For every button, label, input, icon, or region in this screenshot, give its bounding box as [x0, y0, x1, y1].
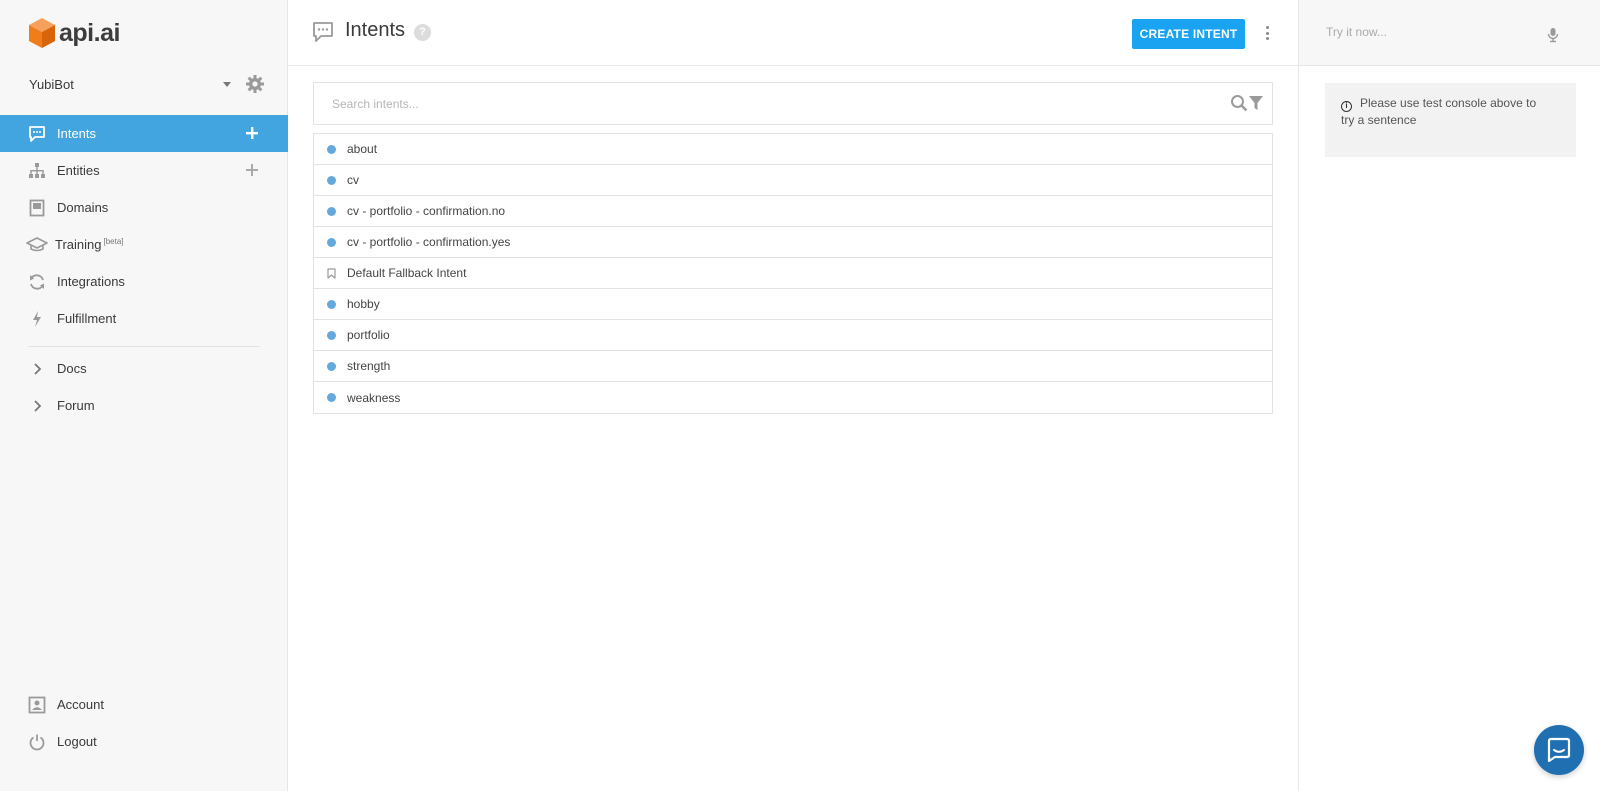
intent-row-cv[interactable]: cv: [314, 165, 1272, 196]
filter-icon[interactable]: [1248, 94, 1264, 112]
lightning-icon: [28, 310, 46, 328]
console-info-text-2: try a sentence: [1341, 113, 1417, 127]
intent-row-default-fallback[interactable]: Default Fallback Intent: [314, 258, 1272, 289]
intent-name: cv - portfolio - confirmation.no: [347, 204, 506, 218]
sidebar-item-label: Integrations: [57, 274, 125, 289]
sidebar-divider: [28, 346, 260, 347]
sidebar-item-training[interactable]: Training [beta]: [0, 226, 288, 263]
beta-badge: [beta]: [103, 237, 124, 246]
sidebar: api.ai YubiBot Intents Entities Domains …: [0, 0, 288, 791]
intent-status-dot: [327, 175, 336, 185]
intent-status-dot: [327, 237, 336, 247]
intent-name: hobby: [347, 297, 380, 311]
chevron-right-icon: [28, 360, 46, 378]
intent-status-dot: [327, 144, 336, 154]
agent-dropdown-caret-icon[interactable]: [223, 81, 231, 87]
add-intent-plus-icon[interactable]: [243, 124, 261, 142]
intent-row-strength[interactable]: strength: [314, 351, 1272, 382]
sidebar-item-label: Entities: [57, 163, 100, 178]
chat-launcher-icon: [1547, 737, 1571, 763]
chevron-right-icon: [28, 397, 46, 415]
logo[interactable]: api.ai: [28, 16, 120, 50]
more-options-icon[interactable]: [1262, 24, 1272, 42]
intent-status-dot: [327, 299, 336, 309]
chat-bubble-icon: [313, 22, 333, 42]
sidebar-links: Docs Forum: [0, 350, 288, 424]
sidebar-item-label: Intents: [57, 126, 97, 141]
try-it-now-input[interactable]: [1299, 0, 1539, 64]
intent-row-cv-portfolio-confirmation-no[interactable]: cv - portfolio - confirmation.no: [314, 196, 1272, 227]
add-entity-plus-icon[interactable]: [243, 161, 261, 179]
main-header: Intents ? CREATE INTENT: [288, 0, 1298, 66]
main-content: Intents ? CREATE INTENT about cv cv - p: [288, 0, 1298, 791]
intent-status-dot: [327, 330, 336, 340]
create-intent-button[interactable]: CREATE INTENT: [1132, 19, 1245, 49]
intent-status-dot: [327, 206, 336, 216]
sync-icon: [28, 273, 46, 291]
api-ai-cube-logo-icon: [29, 18, 55, 48]
sidebar-item-fulfillment[interactable]: Fulfillment: [0, 300, 288, 337]
sidebar-item-label: Account: [57, 697, 104, 712]
intent-name: Default Fallback Intent: [347, 266, 467, 280]
intent-row-cv-portfolio-confirmation-yes[interactable]: cv - portfolio - confirmation.yes: [314, 227, 1272, 258]
test-console-header: [1299, 0, 1600, 66]
hierarchy-icon: [28, 162, 46, 180]
sidebar-item-domains[interactable]: Domains: [0, 189, 288, 226]
intent-row-about[interactable]: about: [314, 134, 1272, 165]
help-icon[interactable]: ?: [414, 24, 431, 41]
search-icon[interactable]: [1230, 94, 1248, 112]
console-info-text-1: Please use test console above to: [1360, 96, 1537, 110]
power-icon: [28, 733, 46, 751]
intent-row-portfolio[interactable]: portfolio: [314, 320, 1272, 351]
sidebar-bottom: Account Logout: [0, 686, 288, 760]
intent-status-dot: [327, 361, 336, 371]
sidebar-item-entities[interactable]: Entities: [0, 152, 288, 189]
intent-name: portfolio: [347, 328, 390, 342]
book-icon: [28, 199, 46, 217]
intent-row-hobby[interactable]: hobby: [314, 289, 1272, 320]
agent-selector[interactable]: YubiBot: [29, 72, 265, 96]
sidebar-link-docs[interactable]: Docs: [0, 350, 288, 387]
sidebar-link-label: Forum: [57, 398, 95, 413]
intent-name: about: [347, 142, 378, 156]
intent-name: strength: [347, 359, 391, 373]
agent-name: YubiBot: [29, 76, 74, 92]
intent-list: about cv cv - portfolio - confirmation.n…: [313, 133, 1273, 414]
sidebar-link-forum[interactable]: Forum: [0, 387, 288, 424]
intent-status-dot: [327, 393, 336, 402]
search-box: [313, 82, 1273, 125]
sidebar-item-label: Training: [55, 237, 102, 252]
info-icon: i: [1341, 101, 1352, 112]
bookmark-icon: [327, 267, 336, 279]
sidebar-nav: Intents Entities Domains Training [beta]…: [0, 115, 288, 337]
gear-icon[interactable]: [245, 74, 265, 94]
logo-text: api.ai: [59, 18, 120, 47]
intent-name: cv: [347, 173, 359, 187]
intent-row-weakness[interactable]: weakness: [314, 382, 1272, 413]
sidebar-item-label: Fulfillment: [57, 311, 117, 326]
search-input[interactable]: [314, 83, 1194, 124]
support-chat-button[interactable]: [1534, 725, 1584, 775]
sidebar-item-logout[interactable]: Logout: [0, 723, 288, 760]
account-icon: [28, 696, 46, 714]
console-info-line-1: i Please use test console above to: [1341, 95, 1560, 112]
microphone-icon[interactable]: [1547, 27, 1559, 43]
sidebar-item-account[interactable]: Account: [0, 686, 288, 723]
sidebar-item-integrations[interactable]: Integrations: [0, 263, 288, 300]
sidebar-item-intents[interactable]: Intents: [0, 115, 288, 152]
search-actions: [1230, 94, 1264, 112]
graduation-cap-icon: [26, 236, 48, 254]
test-console-panel: i Please use test console above to try a …: [1298, 0, 1600, 791]
intent-name: cv - portfolio - confirmation.yes: [347, 235, 511, 249]
intent-name: weakness: [347, 390, 401, 405]
sidebar-item-label: Domains: [57, 200, 109, 215]
sidebar-item-label: Logout: [57, 734, 97, 749]
sidebar-link-label: Docs: [57, 361, 87, 376]
chat-bubble-icon: [28, 125, 46, 143]
page-title: Intents: [345, 19, 406, 41]
console-info-box: i Please use test console above to try a …: [1325, 83, 1576, 157]
